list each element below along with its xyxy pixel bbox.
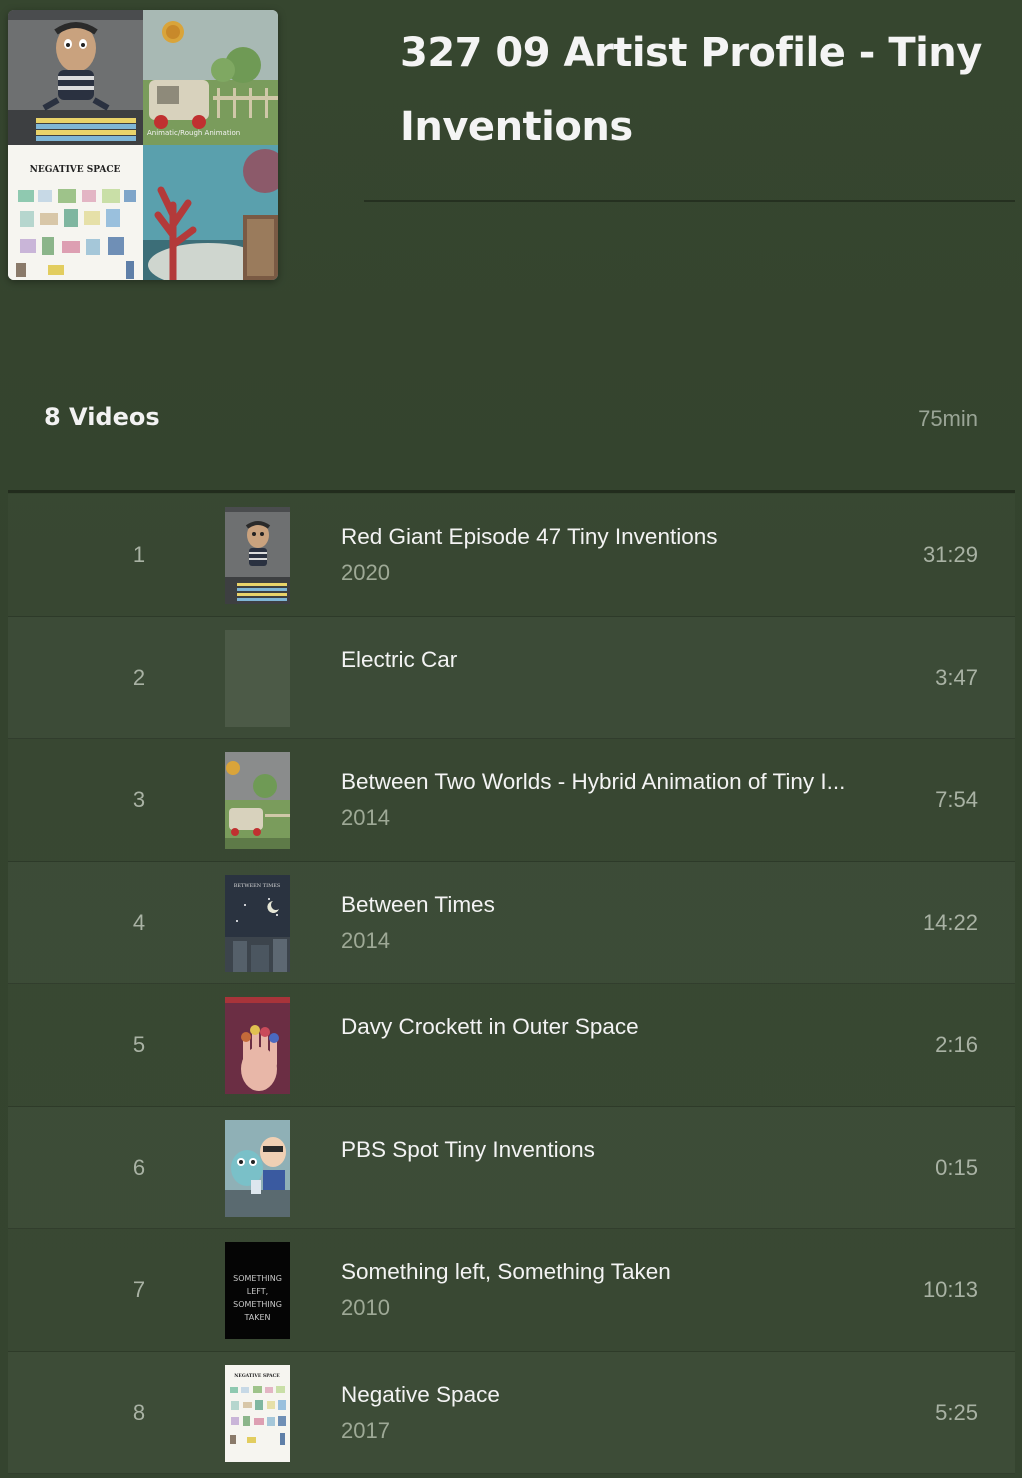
video-row[interactable]: 1 Red Giant Episode 47 Tiny Inventions 2…	[8, 494, 1015, 617]
pbs-spot-thumbnail[interactable]	[225, 1119, 290, 1217]
video-duration: 5:25	[935, 1399, 978, 1425]
playlist-cover-art[interactable]: Animatic/Rough Animation NEGATIVE SPACE	[8, 10, 278, 280]
video-year: 2014	[341, 805, 390, 830]
video-row[interactable]: 4 BETWEEN TIMES Between Times 2014 14:22	[8, 861, 1015, 984]
cover-tile-underwater	[143, 145, 278, 280]
title-divider	[364, 200, 1015, 202]
video-duration: 14:22	[922, 909, 978, 935]
playlist-page: Animatic/Rough Animation NEGATIVE SPACE	[0, 0, 1022, 1478]
davy-crockett-thumbnail[interactable]	[225, 997, 290, 1094]
video-duration: 31:29	[922, 542, 978, 567]
total-duration: 75min	[918, 406, 978, 431]
video-title[interactable]: Negative Space	[341, 1382, 901, 1408]
video-duration: 2:16	[935, 1032, 978, 1057]
video-title[interactable]: Between Two Worlds - Hybrid Animation of…	[341, 769, 901, 795]
video-row[interactable]: 5 Davy Crockett in Outer Space 2:16	[8, 984, 1015, 1107]
blank-thumbnail[interactable]	[225, 629, 290, 727]
video-row[interactable]: 2 Electric Car 3:47	[8, 616, 1015, 739]
something-left-thumbnail[interactable]: SOMETHING LEFT, SOMETHING TAKEN	[225, 1242, 290, 1339]
between-two-worlds-thumbnail[interactable]	[225, 752, 290, 849]
video-index: 1	[132, 542, 146, 567]
video-index: 4	[132, 909, 146, 935]
video-index: 7	[132, 1277, 146, 1302]
video-index: 6	[132, 1154, 146, 1180]
playlist-title: 327 09 Artist Profile - Tiny Inventions	[400, 30, 982, 150]
between-times-thumbnail[interactable]: BETWEEN TIMES	[225, 874, 290, 972]
video-title[interactable]: Red Giant Episode 47 Tiny Inventions	[341, 524, 901, 550]
cover-tile-character	[8, 10, 143, 145]
video-title[interactable]: Davy Crockett in Outer Space	[341, 1014, 901, 1040]
video-row[interactable]: 6 PBS Spot Tiny Inventions 0:15	[8, 1106, 1015, 1229]
video-duration: 10:13	[922, 1277, 978, 1302]
video-index: 8	[132, 1399, 146, 1425]
cover-tile-negative-space-caption: NEGATIVE SPACE	[30, 165, 121, 175]
video-title[interactable]: Something left, Something Taken	[341, 1259, 901, 1285]
negative-space-thumbnail[interactable]: NEGATIVE SPACE	[225, 1364, 290, 1462]
video-year: 2010	[341, 1295, 390, 1320]
video-index: 5	[132, 1032, 146, 1057]
video-list: 1 Red Giant Episode 47 Tiny Inventions 2…	[8, 494, 1015, 1474]
between-times-thumbnail-caption: BETWEEN TIMES	[234, 883, 281, 889]
video-title[interactable]: PBS Spot Tiny Inventions	[341, 1137, 901, 1163]
cover-tile-animatic-caption: Animatic/Rough Animation	[147, 129, 240, 137]
video-duration: 7:54	[935, 787, 978, 812]
list-divider	[8, 490, 1015, 493]
video-year: 2014	[341, 927, 390, 953]
video-row[interactable]: 7 SOMETHING LEFT, SOMETHING TAKEN Someth…	[8, 1229, 1015, 1352]
negative-space-thumbnail-caption: NEGATIVE SPACE	[234, 1373, 280, 1379]
video-count: 8 Videos	[44, 403, 160, 431]
cover-tile-negative-space: NEGATIVE SPACE	[8, 145, 143, 280]
something-left-thumbnail-caption: SOMETHING LEFT, SOMETHING TAKEN	[233, 1274, 282, 1322]
video-duration: 3:47	[935, 664, 978, 690]
video-title[interactable]: Electric Car	[341, 647, 901, 673]
video-index: 3	[132, 787, 146, 812]
red-giant-thumbnail[interactable]	[225, 507, 290, 604]
video-duration: 0:15	[935, 1154, 978, 1180]
video-row[interactable]: 8 NEGATIVE SPACE Negative Space 2017 5:2…	[8, 1351, 1015, 1474]
video-year: 2020	[341, 560, 390, 585]
video-row[interactable]: 3 Between Two Worlds - Hybrid Animation …	[8, 739, 1015, 862]
cover-tile-animatic: Animatic/Rough Animation	[143, 10, 278, 145]
video-title[interactable]: Between Times	[341, 892, 901, 918]
video-year: 2017	[341, 1417, 390, 1443]
video-index: 2	[132, 664, 146, 690]
